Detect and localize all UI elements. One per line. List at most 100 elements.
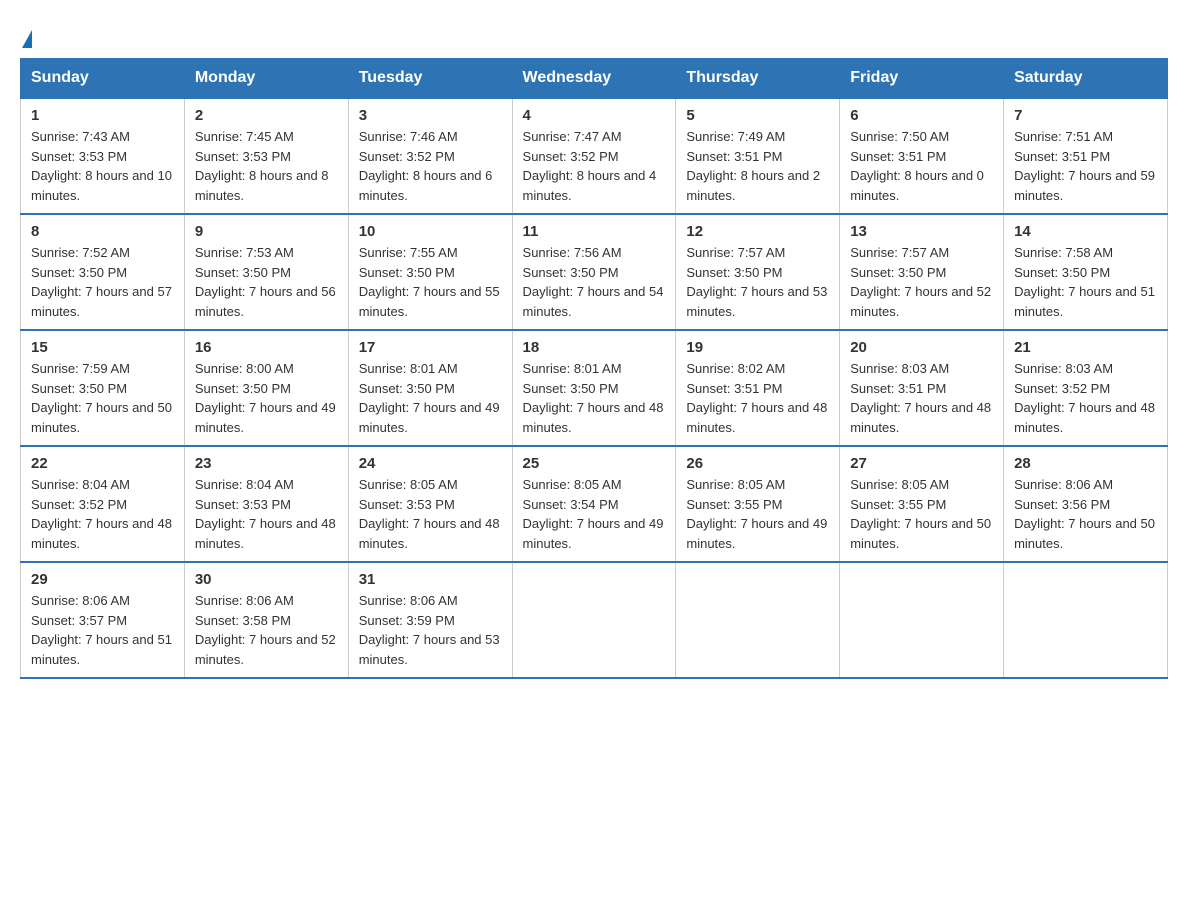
day-number: 3: [359, 107, 502, 124]
calendar-week-row: 1 Sunrise: 7:43 AM Sunset: 3:53 PM Dayli…: [21, 98, 1168, 214]
day-info: Sunrise: 8:00 AM Sunset: 3:50 PM Dayligh…: [195, 359, 338, 437]
calendar-cell: [676, 562, 840, 678]
day-info: Sunrise: 8:03 AM Sunset: 3:51 PM Dayligh…: [850, 359, 993, 437]
day-info: Sunrise: 7:57 AM Sunset: 3:50 PM Dayligh…: [686, 243, 829, 321]
day-number: 26: [686, 455, 829, 472]
calendar-cell: 31 Sunrise: 8:06 AM Sunset: 3:59 PM Dayl…: [348, 562, 512, 678]
day-info: Sunrise: 8:05 AM Sunset: 3:55 PM Dayligh…: [686, 475, 829, 553]
day-info: Sunrise: 8:03 AM Sunset: 3:52 PM Dayligh…: [1014, 359, 1157, 437]
calendar-cell: 10 Sunrise: 7:55 AM Sunset: 3:50 PM Dayl…: [348, 214, 512, 330]
calendar-cell: 16 Sunrise: 8:00 AM Sunset: 3:50 PM Dayl…: [184, 330, 348, 446]
page-header: [20, 20, 1168, 48]
calendar-cell: 28 Sunrise: 8:06 AM Sunset: 3:56 PM Dayl…: [1004, 446, 1168, 562]
day-number: 9: [195, 223, 338, 240]
logo: [20, 20, 32, 48]
day-number: 8: [31, 223, 174, 240]
calendar-cell: 20 Sunrise: 8:03 AM Sunset: 3:51 PM Dayl…: [840, 330, 1004, 446]
calendar-header-sunday: Sunday: [21, 59, 185, 99]
day-info: Sunrise: 8:05 AM Sunset: 3:53 PM Dayligh…: [359, 475, 502, 553]
calendar-week-row: 22 Sunrise: 8:04 AM Sunset: 3:52 PM Dayl…: [21, 446, 1168, 562]
calendar-header-saturday: Saturday: [1004, 59, 1168, 99]
day-number: 6: [850, 107, 993, 124]
calendar-cell: 24 Sunrise: 8:05 AM Sunset: 3:53 PM Dayl…: [348, 446, 512, 562]
calendar-cell: 22 Sunrise: 8:04 AM Sunset: 3:52 PM Dayl…: [21, 446, 185, 562]
calendar-cell: 6 Sunrise: 7:50 AM Sunset: 3:51 PM Dayli…: [840, 98, 1004, 214]
day-number: 5: [686, 107, 829, 124]
day-info: Sunrise: 8:04 AM Sunset: 3:53 PM Dayligh…: [195, 475, 338, 553]
calendar-header-wednesday: Wednesday: [512, 59, 676, 99]
day-info: Sunrise: 8:05 AM Sunset: 3:55 PM Dayligh…: [850, 475, 993, 553]
logo-top: [20, 20, 32, 48]
day-info: Sunrise: 7:49 AM Sunset: 3:51 PM Dayligh…: [686, 127, 829, 205]
calendar-cell: 18 Sunrise: 8:01 AM Sunset: 3:50 PM Dayl…: [512, 330, 676, 446]
day-number: 25: [523, 455, 666, 472]
day-info: Sunrise: 7:59 AM Sunset: 3:50 PM Dayligh…: [31, 359, 174, 437]
day-number: 12: [686, 223, 829, 240]
day-number: 28: [1014, 455, 1157, 472]
day-info: Sunrise: 8:06 AM Sunset: 3:56 PM Dayligh…: [1014, 475, 1157, 553]
day-info: Sunrise: 7:58 AM Sunset: 3:50 PM Dayligh…: [1014, 243, 1157, 321]
day-number: 16: [195, 339, 338, 356]
calendar-cell: 23 Sunrise: 8:04 AM Sunset: 3:53 PM Dayl…: [184, 446, 348, 562]
day-info: Sunrise: 7:50 AM Sunset: 3:51 PM Dayligh…: [850, 127, 993, 205]
day-info: Sunrise: 7:55 AM Sunset: 3:50 PM Dayligh…: [359, 243, 502, 321]
calendar-week-row: 8 Sunrise: 7:52 AM Sunset: 3:50 PM Dayli…: [21, 214, 1168, 330]
calendar-cell: 25 Sunrise: 8:05 AM Sunset: 3:54 PM Dayl…: [512, 446, 676, 562]
day-number: 11: [523, 223, 666, 240]
calendar-cell: 5 Sunrise: 7:49 AM Sunset: 3:51 PM Dayli…: [676, 98, 840, 214]
day-number: 17: [359, 339, 502, 356]
calendar-header-row: SundayMondayTuesdayWednesdayThursdayFrid…: [21, 59, 1168, 99]
calendar-cell: 17 Sunrise: 8:01 AM Sunset: 3:50 PM Dayl…: [348, 330, 512, 446]
day-info: Sunrise: 8:06 AM Sunset: 3:58 PM Dayligh…: [195, 591, 338, 669]
calendar-header-tuesday: Tuesday: [348, 59, 512, 99]
calendar-cell: 29 Sunrise: 8:06 AM Sunset: 3:57 PM Dayl…: [21, 562, 185, 678]
calendar-cell: [512, 562, 676, 678]
day-number: 19: [686, 339, 829, 356]
day-number: 30: [195, 571, 338, 588]
calendar-cell: 26 Sunrise: 8:05 AM Sunset: 3:55 PM Dayl…: [676, 446, 840, 562]
calendar-cell: 2 Sunrise: 7:45 AM Sunset: 3:53 PM Dayli…: [184, 98, 348, 214]
calendar-header-friday: Friday: [840, 59, 1004, 99]
calendar-cell: 27 Sunrise: 8:05 AM Sunset: 3:55 PM Dayl…: [840, 446, 1004, 562]
calendar-cell: 30 Sunrise: 8:06 AM Sunset: 3:58 PM Dayl…: [184, 562, 348, 678]
day-number: 13: [850, 223, 993, 240]
day-number: 31: [359, 571, 502, 588]
calendar-cell: 12 Sunrise: 7:57 AM Sunset: 3:50 PM Dayl…: [676, 214, 840, 330]
day-number: 23: [195, 455, 338, 472]
day-info: Sunrise: 8:01 AM Sunset: 3:50 PM Dayligh…: [359, 359, 502, 437]
day-number: 4: [523, 107, 666, 124]
calendar-cell: 1 Sunrise: 7:43 AM Sunset: 3:53 PM Dayli…: [21, 98, 185, 214]
day-number: 24: [359, 455, 502, 472]
calendar-cell: 11 Sunrise: 7:56 AM Sunset: 3:50 PM Dayl…: [512, 214, 676, 330]
day-info: Sunrise: 8:04 AM Sunset: 3:52 PM Dayligh…: [31, 475, 174, 553]
calendar-cell: 8 Sunrise: 7:52 AM Sunset: 3:50 PM Dayli…: [21, 214, 185, 330]
calendar-header-thursday: Thursday: [676, 59, 840, 99]
calendar-cell: 9 Sunrise: 7:53 AM Sunset: 3:50 PM Dayli…: [184, 214, 348, 330]
day-info: Sunrise: 7:56 AM Sunset: 3:50 PM Dayligh…: [523, 243, 666, 321]
calendar-week-row: 29 Sunrise: 8:06 AM Sunset: 3:57 PM Dayl…: [21, 562, 1168, 678]
day-info: Sunrise: 7:46 AM Sunset: 3:52 PM Dayligh…: [359, 127, 502, 205]
calendar-header-monday: Monday: [184, 59, 348, 99]
day-info: Sunrise: 8:02 AM Sunset: 3:51 PM Dayligh…: [686, 359, 829, 437]
day-number: 18: [523, 339, 666, 356]
day-number: 7: [1014, 107, 1157, 124]
calendar-cell: 14 Sunrise: 7:58 AM Sunset: 3:50 PM Dayl…: [1004, 214, 1168, 330]
day-number: 21: [1014, 339, 1157, 356]
day-info: Sunrise: 8:05 AM Sunset: 3:54 PM Dayligh…: [523, 475, 666, 553]
day-number: 14: [1014, 223, 1157, 240]
day-info: Sunrise: 7:43 AM Sunset: 3:53 PM Dayligh…: [31, 127, 174, 205]
logo-triangle-icon: [22, 30, 32, 48]
calendar-cell: 19 Sunrise: 8:02 AM Sunset: 3:51 PM Dayl…: [676, 330, 840, 446]
day-number: 10: [359, 223, 502, 240]
day-number: 15: [31, 339, 174, 356]
day-info: Sunrise: 7:45 AM Sunset: 3:53 PM Dayligh…: [195, 127, 338, 205]
calendar-cell: 15 Sunrise: 7:59 AM Sunset: 3:50 PM Dayl…: [21, 330, 185, 446]
day-info: Sunrise: 7:47 AM Sunset: 3:52 PM Dayligh…: [523, 127, 666, 205]
calendar-cell: 7 Sunrise: 7:51 AM Sunset: 3:51 PM Dayli…: [1004, 98, 1168, 214]
calendar-cell: 13 Sunrise: 7:57 AM Sunset: 3:50 PM Dayl…: [840, 214, 1004, 330]
day-info: Sunrise: 7:52 AM Sunset: 3:50 PM Dayligh…: [31, 243, 174, 321]
calendar-week-row: 15 Sunrise: 7:59 AM Sunset: 3:50 PM Dayl…: [21, 330, 1168, 446]
day-number: 27: [850, 455, 993, 472]
day-number: 2: [195, 107, 338, 124]
day-number: 20: [850, 339, 993, 356]
